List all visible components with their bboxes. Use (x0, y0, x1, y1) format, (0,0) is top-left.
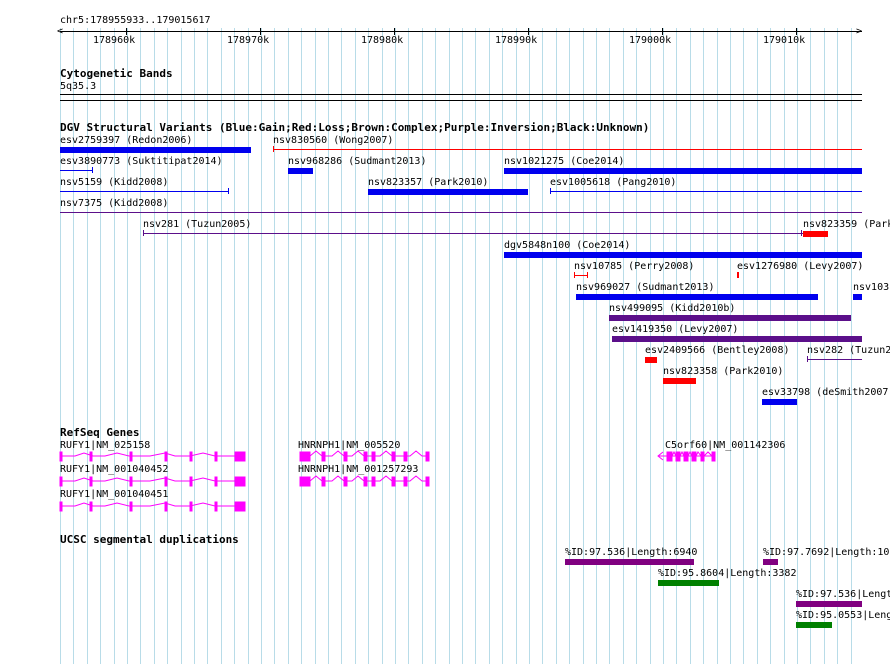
segdup-label[interactable]: %ID:97.536|Lengt (796, 589, 890, 600)
gene-model-hnrnph1-nm001257293 (299, 475, 430, 487)
segdup-feature[interactable] (763, 559, 778, 565)
segdup-feature[interactable] (658, 580, 719, 586)
segdup-label[interactable]: %ID:97.536|Length:6940 (565, 547, 697, 558)
segdup-feature[interactable] (796, 622, 832, 628)
gene-model-c5orf60-nm001142306 (657, 450, 716, 462)
segdup-label[interactable]: %ID:95.8604|Length:3382 (658, 568, 796, 579)
gene-models (59, 450, 716, 512)
segdup-label[interactable]: %ID:95.0553|Leng (796, 610, 890, 621)
segdup-label[interactable]: %ID:97.7692|Length:103 (763, 547, 890, 558)
gene-model-rufy1-nm025158 (59, 451, 246, 462)
gene-model-rufy1-nm001040452 (59, 476, 246, 487)
genome-browser-canvas: chr5:178955933..179015617 < > 178960k 17… (0, 0, 890, 664)
gene-model-hnrnph1-nm005520 (299, 450, 430, 462)
segdup-feature[interactable] (796, 601, 862, 607)
segdup-track-title[interactable]: UCSC segmental duplications (60, 534, 239, 545)
gene-model-rufy1-nm001040451 (59, 501, 246, 512)
segdup-feature[interactable] (565, 559, 694, 565)
